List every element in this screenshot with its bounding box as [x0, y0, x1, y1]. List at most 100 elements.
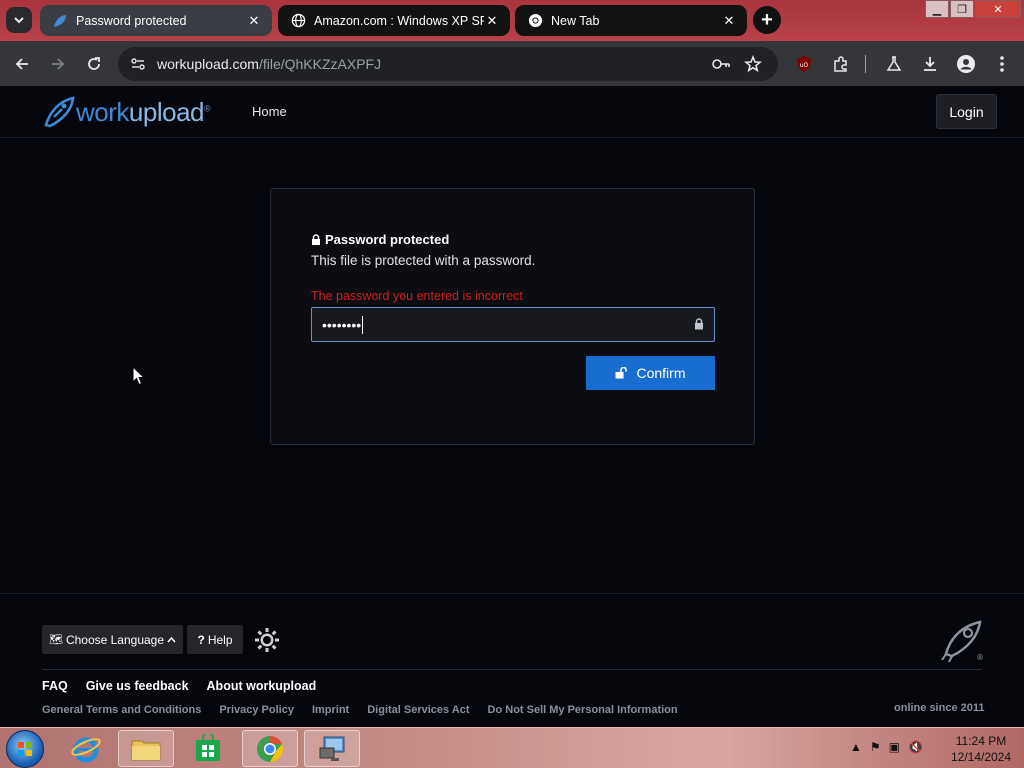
online-since-text: online since 2011 — [894, 702, 985, 714]
login-button[interactable]: Login — [936, 94, 997, 129]
chrome-icon — [527, 13, 543, 29]
taskbar-store[interactable] — [180, 730, 236, 767]
chrome-icon — [257, 735, 283, 762]
choose-language-label: Choose Language — [65, 632, 165, 647]
reload-button[interactable] — [81, 51, 107, 77]
site-header: workupload® Home Login — [0, 86, 1024, 138]
menu-kebab-icon[interactable] — [991, 53, 1013, 75]
password-error-message: The password you entered is incorrect — [311, 289, 523, 303]
password-key-icon[interactable] — [711, 56, 731, 77]
back-button[interactable] — [9, 51, 35, 77]
theme-toggle-button[interactable] — [254, 627, 280, 653]
footer-link-feedback[interactable]: Give us feedback — [86, 679, 189, 693]
card-title: Password protected — [311, 232, 449, 247]
taskbar-file-explorer[interactable] — [118, 730, 174, 767]
unlock-icon — [615, 367, 628, 379]
tab-new-tab[interactable]: New Tab ✕ — [515, 5, 747, 36]
close-window-button[interactable]: ✕ — [975, 0, 1021, 18]
close-tab-icon[interactable]: ✕ — [484, 13, 500, 29]
confirm-label: Confirm — [636, 365, 686, 381]
close-tab-icon[interactable]: ✕ — [246, 13, 262, 29]
ublock-extension-icon[interactable]: uO — [793, 53, 815, 75]
site-footer: 🗺 Choose Language ? Help ® FAQ Give us f… — [0, 593, 1024, 727]
volume-muted-icon[interactable]: 🔇 — [908, 740, 923, 754]
help-label: Help — [207, 632, 233, 647]
logo-work-text: work — [76, 96, 129, 127]
tab-amazon[interactable]: Amazon.com : Windows XP SP3 ✕ — [278, 5, 510, 36]
labs-flask-icon[interactable] — [883, 53, 905, 75]
start-button[interactable] — [6, 730, 44, 768]
rocket-logo-icon — [44, 96, 75, 128]
show-hidden-icons-icon[interactable]: ▲ — [850, 740, 862, 754]
footer-divider — [42, 669, 982, 670]
forward-button[interactable] — [45, 51, 71, 77]
legal-link-do-not-sell[interactable]: Do Not Sell My Personal Information — [488, 704, 678, 716]
browser-tab-bar: Password protected ✕ Amazon.com : Window… — [0, 0, 1024, 41]
help-button[interactable]: ? Help — [187, 625, 243, 654]
arrow-left-icon — [15, 58, 28, 70]
tab-title: Amazon.com : Windows XP SP3 — [314, 13, 484, 28]
mouse-cursor-icon — [132, 366, 145, 386]
new-tab-button[interactable]: + — [753, 6, 781, 34]
computer-icon — [319, 736, 345, 761]
choose-language-button[interactable]: 🗺 Choose Language — [42, 625, 183, 654]
tab-title: Password protected — [76, 13, 187, 28]
minimize-window-button[interactable]: ▁ — [925, 0, 949, 18]
lock-icon — [695, 318, 703, 330]
password-value: •••••••• — [322, 316, 362, 333]
chevron-up-icon — [167, 636, 176, 642]
toolbar-divider — [865, 55, 866, 73]
reload-icon — [88, 57, 100, 70]
footer-link-faq[interactable]: FAQ — [42, 679, 68, 693]
text-caret — [362, 315, 364, 334]
legal-link-dsa[interactable]: Digital Services Act — [367, 704, 469, 716]
legal-link-imprint[interactable]: Imprint — [312, 704, 349, 716]
download-icon[interactable] — [919, 53, 941, 75]
profile-avatar-icon[interactable] — [955, 53, 977, 75]
nav-home-link[interactable]: Home — [252, 104, 287, 119]
tab-title: New Tab — [551, 13, 600, 28]
chevron-down-icon — [14, 17, 24, 24]
tab-search-button[interactable] — [6, 7, 32, 33]
close-tab-icon[interactable]: ✕ — [721, 13, 737, 29]
footer-links: FAQ Give us feedback About workupload — [42, 679, 316, 693]
workupload-favicon-icon — [52, 13, 68, 29]
restore-window-button[interactable]: ❐ — [950, 0, 974, 18]
url-path: /file/QhKKZzAXPFJ — [258, 56, 382, 72]
logo-upload-text: upload — [128, 96, 205, 127]
workupload-logo[interactable]: workupload® — [42, 95, 211, 129]
windows-logo-icon — [18, 742, 32, 756]
taskbar-chrome[interactable] — [242, 730, 298, 767]
logo-wordmark: workupload® — [76, 96, 211, 128]
taskbar-internet-explorer[interactable] — [58, 730, 114, 767]
site-info-icon[interactable] — [130, 56, 146, 77]
taskbar-remote-desktop[interactable] — [304, 730, 360, 767]
url-text: workupload.com/file/QhKKZzAXPFJ — [157, 56, 381, 72]
url-host: workupload.com — [157, 56, 259, 72]
system-tray: ▲ ⚑ ▣ 🔇 — [850, 740, 923, 754]
tab-password-protected[interactable]: Password protected ✕ — [40, 5, 272, 36]
footer-link-about[interactable]: About workupload — [207, 679, 317, 693]
taskbar-clock[interactable]: 11:24 PM 12/14/2024 — [948, 733, 1014, 765]
confirm-button[interactable]: Confirm — [586, 356, 715, 390]
legal-link-privacy[interactable]: Privacy Policy — [219, 704, 294, 716]
action-center-flag-icon[interactable]: ⚑ — [870, 740, 881, 754]
rocket-logo-icon: ® — [941, 620, 984, 663]
password-input[interactable]: •••••••• — [311, 307, 715, 342]
legal-links: General Terms and Conditions Privacy Pol… — [42, 704, 678, 716]
bookmark-star-icon[interactable] — [744, 54, 762, 78]
store-icon — [196, 733, 220, 761]
clock-time: 11:24 PM — [955, 734, 1007, 748]
card-title-text: Password protected — [325, 232, 450, 247]
network-icon[interactable]: ▣ — [889, 740, 900, 754]
lock-icon — [312, 234, 320, 245]
browser-toolbar: workupload.com/file/QhKKZzAXPFJ uO — [0, 41, 1024, 86]
password-card: Password protected This file is protecte… — [270, 188, 755, 445]
windows-taskbar: ▲ ⚑ ▣ 🔇 11:24 PM 12/14/2024 — [0, 727, 1024, 768]
card-description: This file is protected with a password. — [311, 253, 536, 268]
extensions-puzzle-icon[interactable] — [830, 53, 852, 75]
logo-registered-mark: ® — [203, 102, 211, 113]
address-bar[interactable]: workupload.com/file/QhKKZzAXPFJ — [118, 47, 778, 81]
sun-icon — [255, 628, 279, 652]
legal-link-terms[interactable]: General Terms and Conditions — [42, 704, 201, 716]
